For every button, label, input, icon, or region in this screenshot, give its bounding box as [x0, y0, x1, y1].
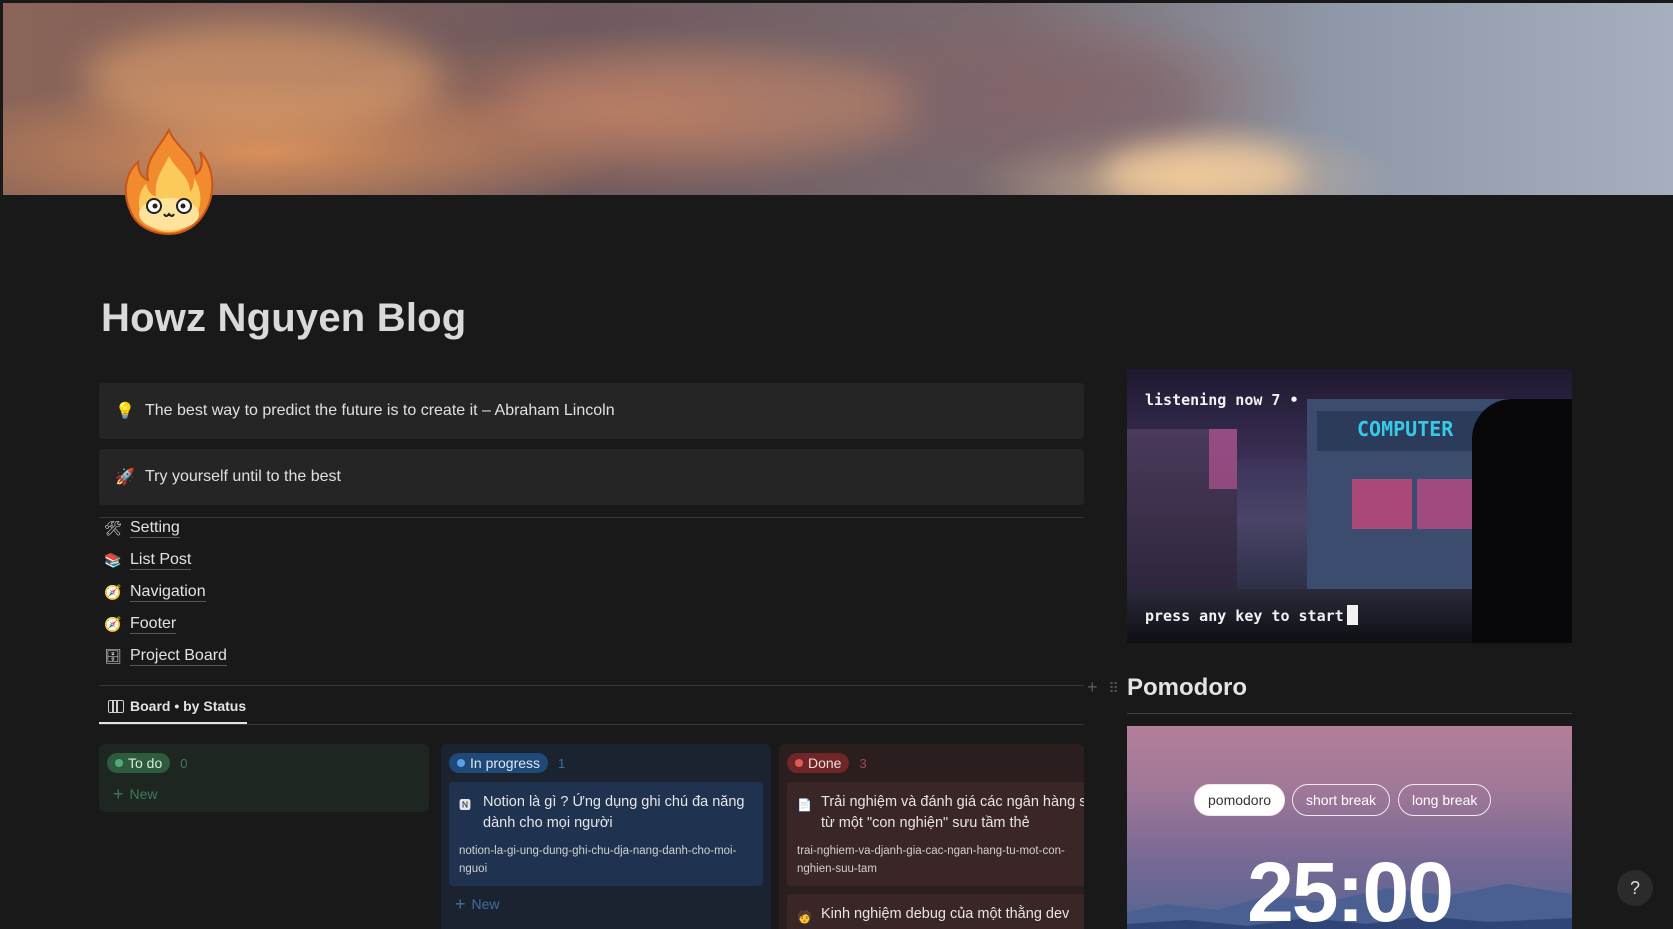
plus-icon: +	[455, 893, 466, 914]
file-cabinet-icon: 🗄	[104, 647, 122, 664]
compass-icon: 🧭	[104, 583, 122, 600]
board-column-todo: To do 0 + New	[99, 744, 429, 812]
board-card[interactable]: 🅽 Notion là gì ? Ứng dụng ghi chú đa năn…	[449, 782, 763, 886]
status-badge[interactable]: Done	[787, 753, 850, 773]
column-count: 3	[859, 755, 867, 771]
link-navigation[interactable]: 🧭 Navigation	[104, 576, 227, 608]
new-card-button[interactable]: + New	[107, 780, 421, 808]
page-links: 🛠 Setting 📚 List Post 🧭 Navigation 🧭 Foo…	[104, 512, 227, 672]
column-count: 0	[180, 755, 188, 771]
link-list-post[interactable]: 📚 List Post	[104, 544, 227, 576]
board-column-in-progress: In progress 1 🅽 Notion là gì ? Ứng dụng …	[441, 744, 771, 929]
help-button[interactable]: ?	[1617, 870, 1653, 906]
board-card[interactable]: 📄 Trải nghiệm và đánh giá các ngân hàng …	[787, 782, 1084, 886]
link-project-board[interactable]: 🗄 Project Board	[104, 640, 227, 672]
pomodoro-timer: 25:00	[1247, 845, 1454, 929]
new-card-button[interactable]: + New	[449, 890, 763, 918]
books-icon: 📚	[104, 551, 122, 568]
notion-icon: 🅽	[459, 798, 472, 812]
quote-callout[interactable]: 💡 The best way to predict the future is …	[99, 383, 1084, 439]
card-slug: trai-nghiem-va-djanh-gia-cac-ngan-hang-t…	[797, 845, 1065, 875]
press-key-text: press any key to start	[1145, 605, 1358, 625]
short-break-mode-button[interactable]: short break	[1292, 784, 1391, 816]
board-column-done: Done 3 📄 Trải nghiệm và đánh giá các ngâ…	[779, 744, 1084, 929]
rocket-icon: 🚀	[115, 469, 135, 486]
compass-icon: 🧭	[104, 615, 122, 632]
pomodoro-widget: pomodoro short break long break 25:00	[1127, 726, 1572, 929]
page-title[interactable]: Howz Nguyen Blog	[101, 296, 466, 341]
block-handles[interactable]: + ⠿	[1087, 677, 1119, 698]
divider	[1127, 713, 1572, 714]
board-card[interactable]: 🧑 Kinh nghiệm debug của một thằng dev	[787, 894, 1084, 929]
board-icon	[108, 699, 124, 713]
lofi-pixel-art-gif: COMPUTER listening now 7 • press any key…	[1127, 369, 1572, 643]
plus-icon: +	[113, 783, 124, 804]
motto-callout[interactable]: 🚀 Try yourself until to the best	[99, 449, 1084, 505]
plus-icon[interactable]: +	[1087, 677, 1098, 697]
status-badge[interactable]: To do	[107, 753, 171, 773]
divider	[99, 724, 1084, 725]
computer-sign: COMPUTER	[1357, 417, 1454, 441]
long-break-mode-button[interactable]: long break	[1398, 784, 1492, 816]
callout-text: Try yourself until to the best	[145, 468, 341, 485]
board-view-tab[interactable]: Board • by Status	[99, 690, 247, 724]
link-setting[interactable]: 🛠 Setting	[104, 512, 227, 544]
card-slug: notion-la-gi-ung-dung-ghi-chu-dja-nang-d…	[459, 845, 737, 875]
lightbulb-icon: 💡	[115, 403, 135, 420]
person-icon: 🧑	[797, 910, 812, 924]
page-cover-image	[3, 3, 1673, 195]
divider	[99, 517, 1084, 518]
pomodoro-heading[interactable]: Pomodoro	[1127, 674, 1247, 702]
document-icon: 📄	[797, 798, 812, 812]
tools-icon: 🛠	[104, 519, 122, 536]
flame-face-icon[interactable]	[124, 126, 214, 238]
link-footer[interactable]: 🧭 Footer	[104, 608, 227, 640]
callout-text: The best way to predict the future is to…	[145, 402, 615, 419]
column-count: 1	[558, 755, 566, 771]
listening-now-text: listening now 7 •	[1145, 391, 1299, 409]
divider	[99, 685, 1084, 686]
drag-handle-icon[interactable]: ⠿	[1109, 680, 1119, 696]
pomodoro-mode-button[interactable]: pomodoro	[1194, 784, 1286, 816]
status-badge[interactable]: In progress	[449, 753, 549, 773]
